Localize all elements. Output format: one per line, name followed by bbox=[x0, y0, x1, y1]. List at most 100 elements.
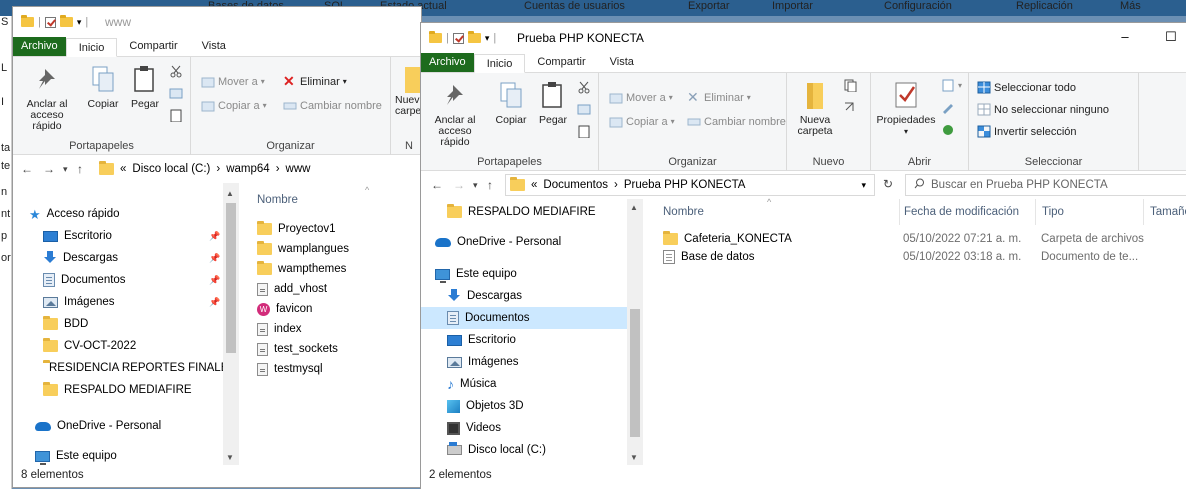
nav-scrollbar[interactable]: ▲ ▼ bbox=[223, 183, 239, 465]
new-folder-icon[interactable] bbox=[467, 31, 481, 43]
copy-button[interactable]: Copiar bbox=[83, 63, 123, 110]
copy-to-button[interactable]: Copiar a ▾ bbox=[201, 99, 267, 112]
bg-tab-import[interactable]: Importar bbox=[760, 0, 825, 16]
bg-tab-replication[interactable]: Replicación bbox=[1004, 0, 1085, 16]
list-item[interactable]: wampthemes bbox=[257, 259, 346, 279]
bg-tab-more[interactable]: Más bbox=[1108, 0, 1153, 16]
breadcrumb-overflow-icon[interactable]: « bbox=[531, 179, 537, 191]
pin-icon[interactable]: 📌 bbox=[209, 297, 220, 308]
nav-item-quick-access[interactable]: ★ Acceso rápido bbox=[13, 203, 223, 225]
list-item[interactable]: index bbox=[257, 319, 302, 339]
properties-button[interactable]: Propiedades ▾ bbox=[873, 79, 939, 137]
list-item[interactable]: testmysql bbox=[257, 359, 323, 379]
list-item[interactable]: Wfavicon bbox=[257, 299, 312, 319]
nav-scrollbar[interactable]: ▲ ▼ bbox=[627, 199, 643, 465]
address-bar[interactable]: « Disco local (C:) › wamp64 › www bbox=[95, 158, 421, 180]
nav-item-this-pc[interactable]: Este equipo bbox=[421, 263, 627, 285]
chevron-down-icon[interactable]: ▾ bbox=[77, 17, 82, 28]
nav-item-residencia[interactable]: RESIDENCIA REPORTES FINALES bbox=[13, 357, 223, 379]
rename-button[interactable]: Cambiar nombre bbox=[283, 99, 382, 112]
scroll-up-icon[interactable]: ▲ bbox=[226, 189, 234, 198]
pin-quick-access-button[interactable]: Anclar al acceso rápido bbox=[19, 63, 75, 132]
nav-item-music[interactable]: ♪ Música bbox=[421, 373, 627, 395]
tab-compartir[interactable]: Compartir bbox=[117, 37, 189, 56]
select-none-button[interactable]: No seleccionar ninguno bbox=[977, 103, 1109, 116]
nav-item-documents[interactable]: Documentos bbox=[421, 307, 627, 329]
tab-inicio[interactable]: Inicio bbox=[473, 54, 526, 73]
move-to-button[interactable]: Mover a ▾ bbox=[201, 75, 265, 88]
nav-item-this-pc[interactable]: Este equipo bbox=[13, 445, 223, 465]
list-item[interactable]: Proyectov1 bbox=[257, 219, 336, 239]
minimize-icon[interactable]: – bbox=[1111, 27, 1139, 47]
paste-button[interactable]: Pegar bbox=[533, 79, 573, 126]
new-item-icon[interactable] bbox=[843, 79, 857, 93]
pin-icon[interactable]: 📌 bbox=[209, 275, 220, 286]
list-item[interactable]: test_sockets bbox=[257, 339, 338, 359]
delete-button[interactable]: ✕ Eliminar ▾ bbox=[687, 90, 751, 104]
new-folder-icon[interactable] bbox=[59, 15, 73, 27]
paste-button[interactable]: Pegar bbox=[125, 63, 165, 110]
easy-access-icon[interactable] bbox=[843, 101, 857, 114]
cut-icon[interactable] bbox=[577, 81, 591, 94]
nav-item-videos[interactable]: Videos bbox=[421, 417, 627, 439]
open-icon[interactable]: ▾ bbox=[941, 79, 962, 92]
column-header-name[interactable]: Nombre ^ bbox=[257, 185, 417, 213]
chevron-down-icon[interactable]: ▾ bbox=[861, 180, 866, 191]
bg-tab-export[interactable]: Exportar bbox=[676, 0, 742, 16]
list-item[interactable]: add_vhost bbox=[257, 279, 327, 299]
tab-compartir[interactable]: Compartir bbox=[525, 53, 597, 72]
tab-archivo[interactable]: Archivo bbox=[13, 37, 66, 56]
properties-icon[interactable] bbox=[452, 32, 464, 44]
new-folder-button-partial[interactable]: Nuev carpe bbox=[395, 63, 421, 117]
nav-item-downloads[interactable]: Descargas 📌 bbox=[13, 247, 223, 269]
table-row[interactable]: Base de datos 05/10/2022 03:18 a. m. Doc… bbox=[663, 247, 1186, 267]
cut-icon[interactable] bbox=[169, 65, 183, 78]
column-header-type[interactable]: Tipo bbox=[1035, 199, 1145, 225]
pin-quick-access-button[interactable]: Anclar al acceso rápido bbox=[427, 79, 483, 148]
scroll-down-icon[interactable]: ▼ bbox=[630, 453, 638, 462]
copy-to-button[interactable]: Copiar a ▾ bbox=[609, 115, 675, 128]
breadcrumb-item[interactable]: wamp64 bbox=[226, 163, 269, 175]
copy-button[interactable]: Copiar bbox=[491, 79, 531, 126]
nav-item-onedrive[interactable]: OneDrive - Personal bbox=[421, 231, 627, 253]
breadcrumb-item[interactable]: Prueba PHP KONECTA bbox=[624, 179, 746, 191]
bg-tab-users[interactable]: Cuentas de usuarios bbox=[512, 0, 637, 16]
nav-item-cv[interactable]: CV-OCT-2022 bbox=[13, 335, 223, 357]
address-bar[interactable]: « Documentos › Prueba PHP KONECTA ▾ bbox=[505, 174, 875, 196]
scroll-up-icon[interactable]: ▲ bbox=[630, 203, 638, 212]
paste-shortcut-icon[interactable] bbox=[169, 109, 183, 123]
table-row[interactable]: Cafeteria_KONECTA 05/10/2022 07:21 a. m.… bbox=[663, 229, 1186, 249]
breadcrumb-item[interactable]: Disco local (C:) bbox=[132, 163, 210, 175]
forward-icon[interactable]: → bbox=[43, 162, 55, 176]
edit-icon[interactable] bbox=[941, 101, 955, 114]
tab-vista[interactable]: Vista bbox=[598, 53, 646, 72]
forward-icon[interactable]: → bbox=[453, 178, 465, 192]
pin-icon[interactable]: 📌 bbox=[209, 253, 220, 264]
breadcrumb-item[interactable]: www bbox=[286, 163, 311, 175]
select-all-button[interactable]: Seleccionar todo bbox=[977, 81, 1076, 94]
history-icon[interactable] bbox=[941, 123, 955, 136]
nav-item-downloads[interactable]: Descargas bbox=[421, 285, 627, 307]
title-bar[interactable]: | ▾ | Prueba PHP KONECTA – ☐ bbox=[421, 23, 1186, 53]
maximize-icon[interactable]: ☐ bbox=[1157, 27, 1185, 47]
nav-item-onedrive[interactable]: OneDrive - Personal bbox=[13, 415, 223, 437]
up-icon[interactable]: ↑ bbox=[487, 178, 493, 192]
nav-item-respaldo[interactable]: RESPALDO MEDIAFIRE bbox=[13, 379, 223, 401]
chevron-down-icon[interactable]: ▾ bbox=[485, 33, 490, 44]
list-item[interactable]: wamplangues bbox=[257, 239, 349, 259]
scrollbar-thumb[interactable] bbox=[630, 309, 640, 437]
pin-icon[interactable]: 📌 bbox=[209, 231, 220, 242]
nav-item-pictures[interactable]: Imágenes 📌 bbox=[13, 291, 223, 313]
nav-item-3d-objects[interactable]: Objetos 3D bbox=[421, 395, 627, 417]
breadcrumb-item[interactable]: Documentos bbox=[543, 179, 608, 191]
nav-item-desktop[interactable]: Escritorio bbox=[421, 329, 627, 351]
invert-selection-button[interactable]: Invertir selección bbox=[977, 125, 1077, 138]
nav-item-local-disk[interactable]: Disco local (C:) bbox=[421, 439, 627, 461]
refresh-icon[interactable]: ↻ bbox=[883, 177, 893, 191]
move-to-button[interactable]: Mover a ▾ bbox=[609, 91, 673, 104]
recent-locations-icon[interactable]: ▾ bbox=[63, 164, 68, 175]
paste-shortcut-icon[interactable] bbox=[577, 125, 591, 139]
scroll-down-icon[interactable]: ▼ bbox=[226, 453, 234, 462]
title-bar[interactable]: | ▾ | www bbox=[13, 7, 421, 37]
search-input[interactable]: Buscar en Prueba PHP KONECTA bbox=[905, 174, 1186, 196]
